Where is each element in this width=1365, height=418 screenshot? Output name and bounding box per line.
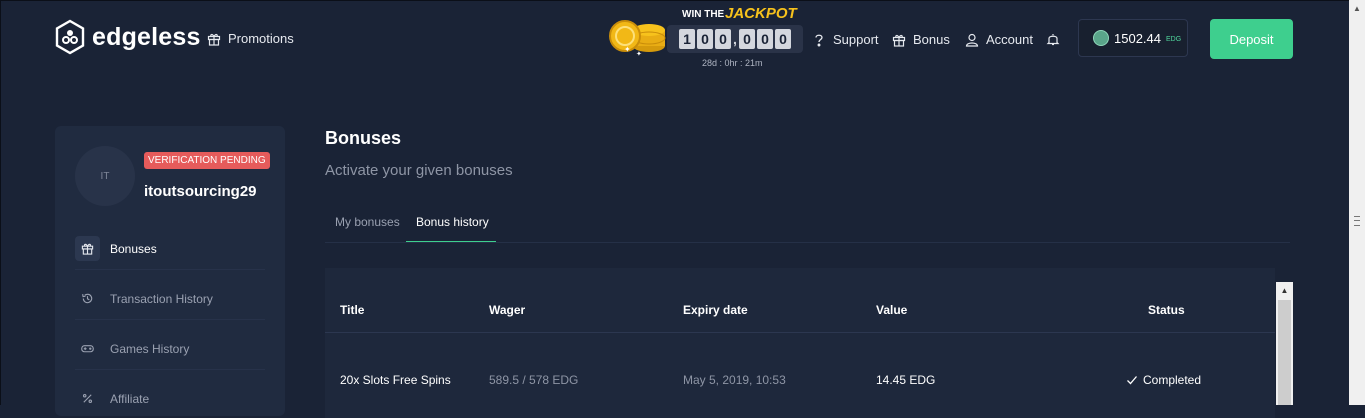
column-header-value: Value [876,303,908,317]
bonus-history-table: Title Wager Expiry date Value Status 20x… [325,268,1275,418]
page-scrollbar[interactable]: ▲ [1349,0,1365,405]
nav-account[interactable]: Account [965,32,1033,47]
active-tab-indicator [406,241,496,242]
cell-status-label: Completed [1143,373,1202,387]
column-header-expiry: Expiry date [683,303,748,317]
balance-amount: 1502.44 [1114,30,1161,46]
tab-bonus-history[interactable]: Bonus history [416,215,489,229]
jackpot-digit: 0 [739,29,755,49]
avatar: IT [75,146,135,206]
logo-text: edgeless [92,22,201,51]
jackpot-digit: 0 [775,29,791,49]
deposit-button[interactable]: Deposit [1210,19,1293,59]
scroll-grip-icon[interactable] [1354,216,1360,226]
sidebar-divider [75,269,265,270]
cell-title: 20x Slots Free Spins [340,373,451,387]
user-icon [965,33,979,47]
jackpot-win-label: WIN THE [682,9,725,20]
logo[interactable]: edgeless [54,19,201,55]
tabs-divider [325,242,1290,243]
gift-icon [207,33,221,46]
jackpot-label: JACKPOT [725,5,797,22]
sidebar-item-label: Transaction History [110,291,213,306]
balance-currency: EDG [1166,35,1182,43]
jackpot-timer: 28d : 0hr : 21m [702,58,763,68]
nav-promotions[interactable]: Promotions [207,31,294,46]
sidebar-item-games-history[interactable]: Games History [75,336,189,361]
page-subtitle: Activate your given bonuses [325,162,513,179]
nav-account-label: Account [986,32,1033,47]
history-icon [82,293,93,304]
sidebar-item-bonuses[interactable]: Bonuses [75,236,157,261]
jackpot-digit: 0 [757,29,773,49]
svg-text:✦: ✦ [624,45,631,54]
gift-icon [892,34,906,47]
nav-bonus[interactable]: Bonus [892,32,950,47]
cell-expiry: May 5, 2019, 10:53 [683,373,786,387]
account-sidebar: IT VERIFICATION PENDING itoutsourcing29 … [55,126,285,416]
cell-value: 14.45 EDG [876,373,936,387]
svg-text:✦: ✦ [636,50,642,58]
window-border-top [0,0,1365,1]
verification-badge: VERIFICATION PENDING [144,152,270,169]
edgeless-logo-icon [55,19,85,55]
nav-promotions-label: Promotions [228,31,294,46]
table-scrollbar[interactable]: ▲ [1276,282,1293,405]
sidebar-item-label: Affiliate [110,391,150,406]
balance-widget[interactable]: 1502.44 EDG [1078,19,1188,57]
sidebar-item-label: Bonuses [110,241,157,256]
cell-wager: 589.5 / 578 EDG [489,373,579,387]
bell-icon[interactable] [1046,32,1060,46]
scroll-up-arrow-icon[interactable]: ▲ [1276,282,1293,299]
percent-icon [82,393,93,404]
cell-status: Completed [1126,373,1201,387]
checkmark-icon [1127,376,1137,385]
nav-support[interactable]: Support [812,32,879,47]
table-scroll-thumb[interactable] [1278,300,1291,405]
jackpot-counter: 1 0 0 , 0 0 0 [667,25,803,53]
column-header-title: Title [340,303,365,317]
question-icon [815,34,823,46]
nav-support-label: Support [833,32,879,47]
tab-my-bonuses[interactable]: My bonuses [335,215,400,229]
scroll-up-arrow-icon[interactable]: ▲ [1349,0,1365,16]
column-header-status: Status [1148,303,1185,317]
edg-coin-icon [1093,30,1109,46]
username: itoutsourcing29 [144,183,257,200]
gamepad-icon [81,345,94,353]
sidebar-divider [75,319,265,320]
sidebar-item-label: Games History [110,341,190,356]
sidebar-item-affiliate[interactable]: Affiliate [75,386,149,411]
table-header-divider [325,332,1275,333]
sidebar-divider [75,369,265,370]
jackpot-digit: 0 [715,29,731,49]
gift-icon [81,243,94,255]
jackpot-digit: 1 [679,29,695,49]
column-header-wager: Wager [489,303,526,317]
window-border-left [0,0,1,405]
page-title: Bonuses [325,128,402,148]
jackpot-digit: 0 [697,29,713,49]
sidebar-item-transaction-history[interactable]: Transaction History [75,286,213,311]
jackpot-separator: , [733,31,737,47]
nav-bonus-label: Bonus [913,32,950,47]
gold-coins-icon: ✦ ✦ [609,20,666,58]
